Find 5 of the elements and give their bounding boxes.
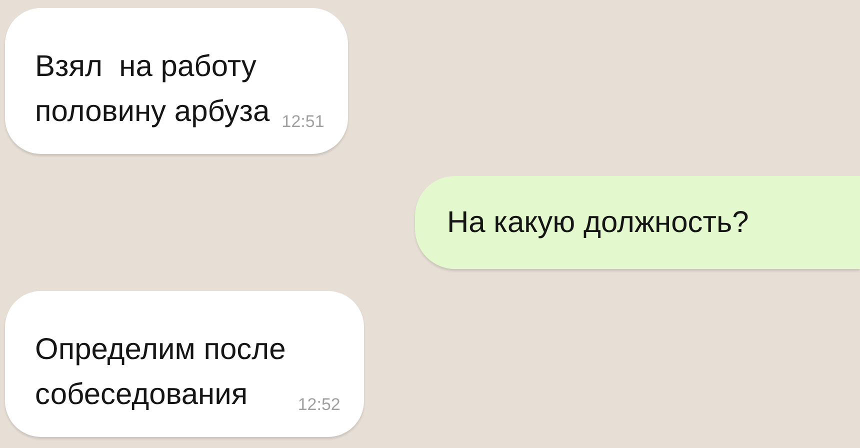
message-text: На какую должность?: [447, 205, 749, 241]
message-time: 12:52: [298, 395, 340, 415]
message-text: Взял на работу половину арбуза: [35, 49, 270, 130]
message-text: Определим после собеседования: [35, 332, 286, 413]
message-time: 12:51: [282, 112, 324, 132]
